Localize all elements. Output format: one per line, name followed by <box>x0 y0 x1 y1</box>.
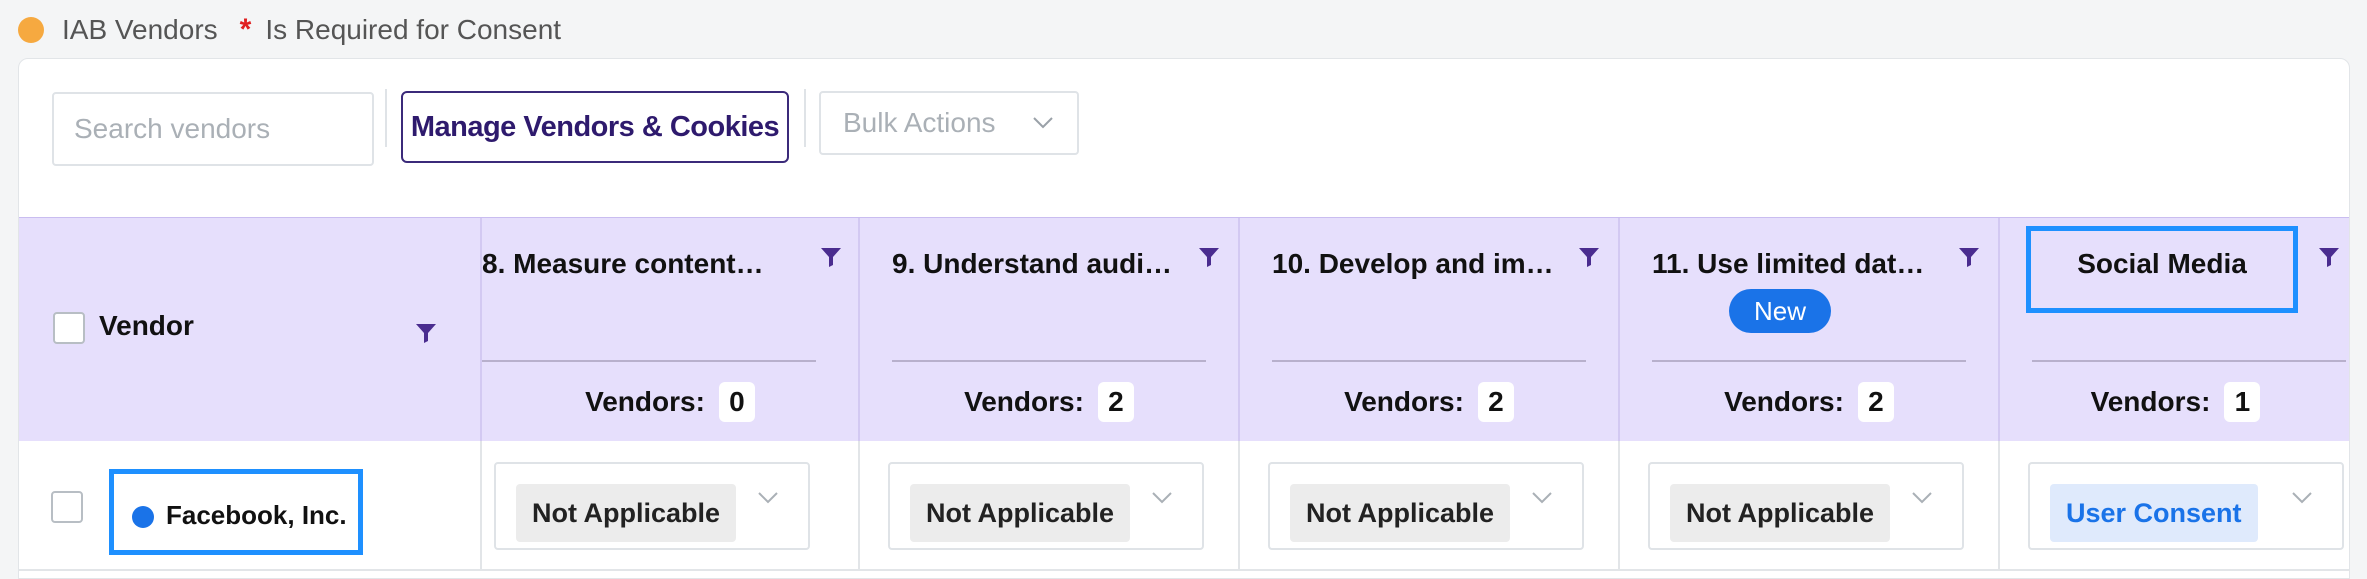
vendor-status-dot-icon <box>132 506 154 528</box>
legend: IAB Vendors * Is Required for Consent <box>18 10 561 50</box>
filter-icon[interactable] <box>1578 246 1600 268</box>
purpose-cell: Not Applicable <box>860 441 1240 571</box>
toolbar-separator <box>385 89 387 147</box>
iab-dot-icon <box>18 17 44 43</box>
column-title[interactable]: 11. Use limited dat… <box>1652 248 1942 280</box>
filter-icon[interactable] <box>1958 246 1980 268</box>
bulk-actions-label: Bulk Actions <box>843 107 996 138</box>
vendors-count: Vendors: 0 <box>482 382 858 422</box>
vendors-panel: Manage Vendors & Cookies Bulk Actions Ve… <box>18 58 2350 579</box>
consent-select[interactable]: Not Applicable <box>1268 462 1584 550</box>
column-title[interactable]: 9. Understand audi… <box>892 248 1182 280</box>
vendors-count-label: Vendors: <box>1724 386 1844 417</box>
column-title[interactable]: Social Media <box>2026 248 2298 280</box>
column-header: Social Media Vendors: 1 <box>2000 218 2349 442</box>
chevron-down-icon <box>1532 492 1552 504</box>
consent-select[interactable]: User Consent <box>2028 462 2344 550</box>
purpose-cell: Not Applicable <box>482 441 860 571</box>
chevron-down-icon <box>1033 117 1053 129</box>
vendors-count-label: Vendors: <box>964 386 1084 417</box>
iab-vendors-label: IAB Vendors <box>62 14 218 45</box>
filter-icon[interactable] <box>820 246 842 268</box>
required-label: Is Required for Consent <box>265 14 562 45</box>
vendors-count-value: 0 <box>718 382 755 422</box>
manage-vendors-button[interactable]: Manage Vendors & Cookies <box>401 91 789 163</box>
row-checkbox[interactable] <box>51 491 83 523</box>
bulk-actions-dropdown[interactable]: Bulk Actions <box>819 91 1079 155</box>
search-input[interactable] <box>74 113 435 145</box>
filter-icon[interactable] <box>2318 246 2340 268</box>
purpose-cell: Not Applicable <box>1240 441 1620 571</box>
vendor-name[interactable]: Facebook, Inc. <box>166 500 347 531</box>
column-header: 8. Measure content… Vendors: 0 <box>482 218 860 442</box>
new-badge: New <box>1729 289 1831 333</box>
column-header: 9. Understand audi… Vendors: 2 <box>860 218 1240 442</box>
required-star-icon: * <box>239 13 252 46</box>
vendors-count-value: 2 <box>1857 382 1894 422</box>
vendors-count-value: 2 <box>1097 382 1134 422</box>
header-divider <box>1652 360 1966 362</box>
header-divider <box>892 360 1206 362</box>
table-header-row: Vendor 8. Measure content… Vendors: 0 9.… <box>19 217 2349 442</box>
vendors-count-label: Vendors: <box>585 386 705 417</box>
consent-value: User Consent <box>2050 484 2258 542</box>
vendors-count-label: Vendors: <box>2090 386 2211 417</box>
column-title[interactable]: 8. Measure content… <box>482 248 772 280</box>
vendors-count-label: Vendors: <box>1344 386 1464 417</box>
consent-select[interactable]: Not Applicable <box>494 462 810 550</box>
vendor-cell: Facebook, Inc. <box>19 441 482 571</box>
vendors-count: Vendors: 2 <box>860 382 1238 422</box>
vendors-count: Vendors: 1 <box>2000 382 2349 422</box>
consent-value: Not Applicable <box>516 484 737 542</box>
vendors-table: Vendor 8. Measure content… Vendors: 0 9.… <box>19 217 2349 578</box>
column-title[interactable]: 10. Develop and im… <box>1272 248 1562 280</box>
toolbar-separator <box>804 89 806 147</box>
vendors-count: Vendors: 2 <box>1620 382 1998 422</box>
column-header: 11. Use limited dat… New Vendors: 2 <box>1620 218 2000 442</box>
table-row: Facebook, Inc. Not Applicable Not Applic… <box>19 441 2349 571</box>
consent-select[interactable]: Not Applicable <box>888 462 1204 550</box>
chevron-down-icon <box>1152 492 1172 504</box>
filter-icon[interactable] <box>1198 246 1220 268</box>
select-all-checkbox[interactable] <box>53 312 85 344</box>
purpose-cell: Not Applicable <box>1620 441 2000 571</box>
chevron-down-icon <box>2292 492 2312 504</box>
vendors-count-value: 2 <box>1477 382 1514 422</box>
consent-select[interactable]: Not Applicable <box>1648 462 1964 550</box>
search-box[interactable] <box>52 92 435 166</box>
chevron-down-icon <box>758 492 778 504</box>
vendor-name-highlight[interactable]: Facebook, Inc. <box>109 469 363 555</box>
chevron-down-icon <box>1912 492 1932 504</box>
consent-value: Not Applicable <box>1290 484 1511 542</box>
header-divider <box>482 360 816 362</box>
vendors-count: Vendors: 2 <box>1240 382 1618 422</box>
filter-icon[interactable] <box>415 322 437 344</box>
purpose-cell: User Consent <box>2000 441 2349 571</box>
column-header: 10. Develop and im… Vendors: 2 <box>1240 218 1620 442</box>
toolbar: Manage Vendors & Cookies Bulk Actions <box>19 59 2349 217</box>
header-divider <box>1272 360 1586 362</box>
vendor-column-header: Vendor <box>19 218 482 442</box>
header-divider <box>2032 360 2346 362</box>
vendor-header-label: Vendor <box>99 310 194 341</box>
consent-value: Not Applicable <box>1670 484 1891 542</box>
consent-value: Not Applicable <box>910 484 1131 542</box>
vendors-count-value: 1 <box>2224 382 2261 422</box>
